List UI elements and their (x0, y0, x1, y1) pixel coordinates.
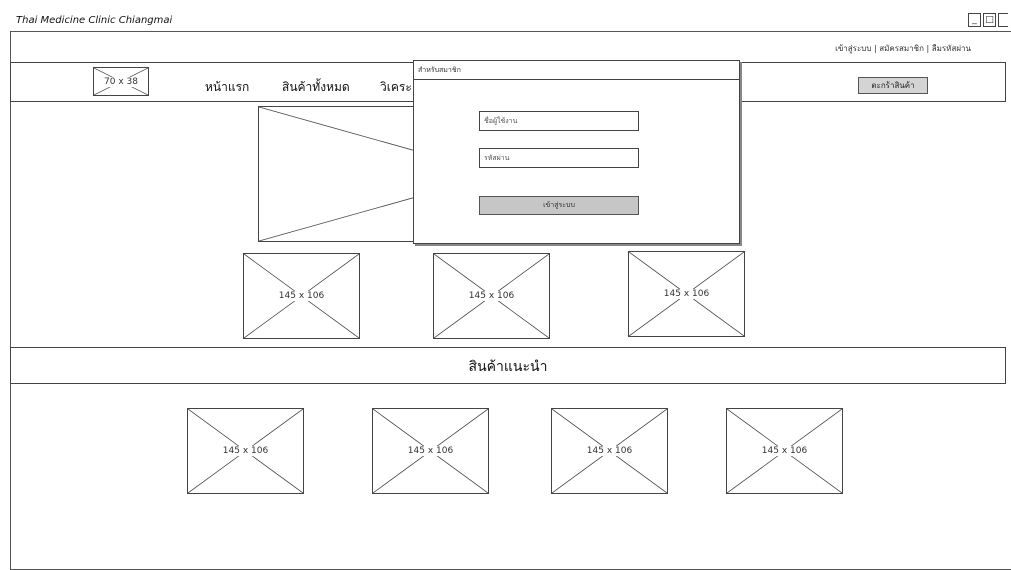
nav-item-all-products[interactable]: สินค้าทั้งหมด (282, 78, 350, 97)
recommended-product-image[interactable]: 145 x 106 (551, 408, 668, 494)
image-size-label: 145 x 106 (467, 291, 516, 301)
logo-placeholder-label: 70 x 38 (103, 76, 139, 87)
image-size-label: 145 x 106 (760, 446, 809, 456)
nav-item-home[interactable]: หน้าแรก (205, 78, 249, 97)
maximize-icon[interactable]: □ (983, 13, 996, 27)
image-size-label: 145 x 106 (585, 446, 634, 456)
minimize-icon[interactable]: _ (968, 13, 981, 27)
username-field[interactable]: ชื่อผู้ใช้งาน (479, 111, 639, 131)
dialog-title-bar (413, 60, 740, 80)
logo-placeholder[interactable]: 70 x 38 (93, 67, 149, 96)
image-size-label: 145 x 106 (277, 291, 326, 301)
recommended-product-image[interactable]: 145 x 106 (372, 408, 489, 494)
nav-item-analysis[interactable]: วิเคระ (380, 78, 412, 97)
close-icon[interactable] (998, 13, 1008, 27)
password-field[interactable]: รหัสผ่าน (479, 148, 639, 168)
image-size-label: 145 x 106 (406, 446, 455, 456)
recommended-product-image[interactable]: 145 x 106 (726, 408, 843, 494)
image-size-label: 145 x 106 (662, 289, 711, 299)
dialog-title: สำหรับสมาชิก (418, 66, 461, 74)
window-title: Thai Medicine Clinic Chiangmai (16, 15, 173, 26)
featured-product-image[interactable]: 145 x 106 (243, 253, 360, 339)
recommended-product-image[interactable]: 145 x 106 (187, 408, 304, 494)
login-button[interactable]: เข้าสู่ระบบ (479, 196, 639, 215)
featured-product-image[interactable]: 145 x 106 (628, 251, 745, 337)
account-links[interactable]: เข้าสู่ระบบ | สมัครสมาชิก | ลืมรหัสผ่าน (835, 42, 971, 55)
image-size-label: 145 x 106 (221, 446, 270, 456)
featured-product-image[interactable]: 145 x 106 (433, 253, 550, 339)
section-title: สินค้าแนะนำ (468, 359, 548, 375)
cart-button[interactable]: ตะกร้าสินค้า (858, 77, 928, 94)
